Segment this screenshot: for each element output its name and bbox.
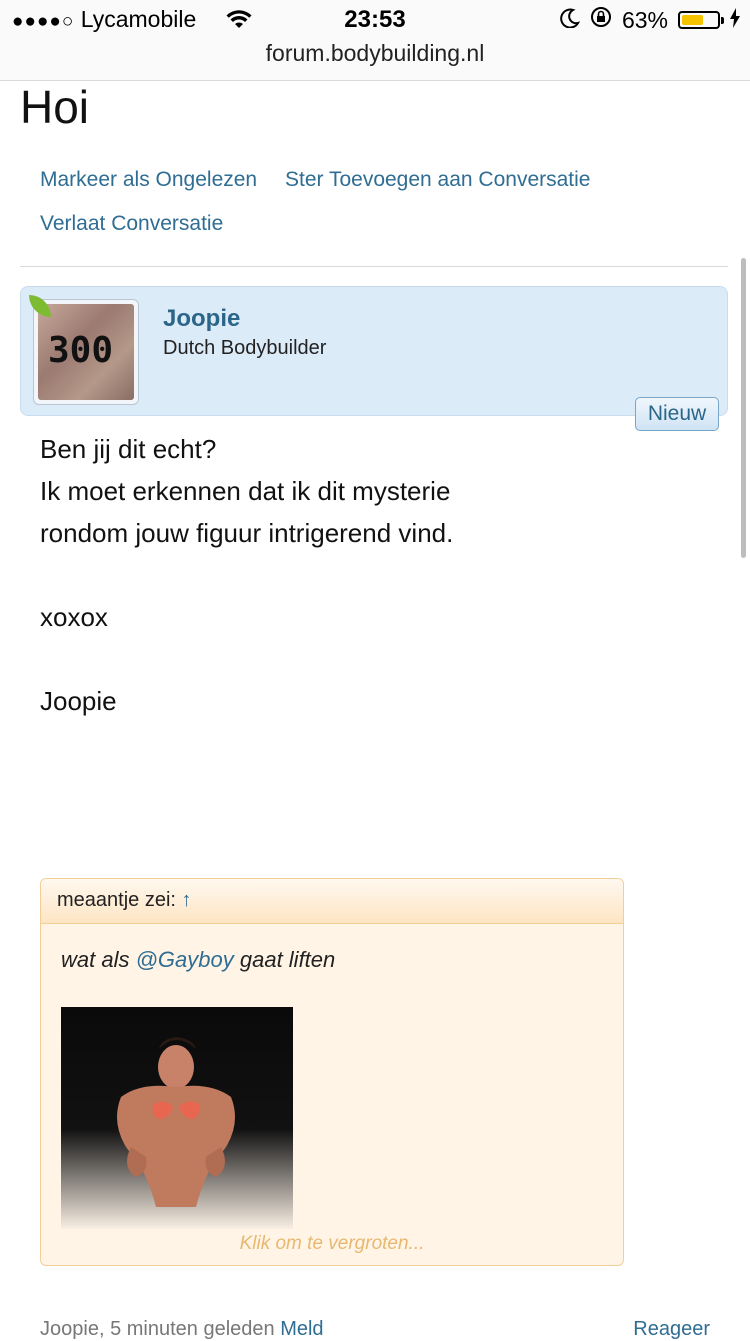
mark-unread-link[interactable]: Markeer als Ongelezen	[40, 168, 257, 192]
divider	[20, 266, 728, 267]
battery-fill	[682, 15, 704, 25]
quote-header: meaantje zei: ↑	[41, 879, 623, 924]
quote-text-part: wat als	[61, 947, 136, 972]
message-line: Ik moet erkennen dat ik dit mysterie	[40, 476, 451, 506]
user-mention-link[interactable]: @Gayboy	[136, 947, 234, 972]
bodybuilder-figure-image	[117, 1037, 235, 1207]
avatar-number: 300	[48, 330, 114, 371]
message-header: 300 Joopie Dutch Bodybuilder Nieuw	[20, 286, 728, 431]
message-line: Ben jij dit echt?	[40, 434, 217, 464]
message-line: xoxox	[40, 602, 108, 632]
quote-text-part: gaat liften	[233, 947, 336, 972]
quote-text: wat als @Gayboy gaat liften	[61, 947, 335, 973]
footer-separator: ,	[98, 1318, 105, 1340]
page-title: Hoi	[20, 81, 90, 133]
author-title: Dutch Bodybuilder	[163, 337, 327, 359]
footer-author-link[interactable]: Joopie	[40, 1318, 99, 1340]
battery-percent: 63%	[621, 6, 668, 33]
quoted-image[interactable]	[61, 1007, 293, 1229]
scrollbar[interactable]	[741, 258, 746, 558]
battery-icon	[678, 11, 724, 29]
quote-author: meaantje zei:	[57, 889, 176, 911]
moon-icon	[560, 7, 581, 34]
enlarge-image-link[interactable]: Klik om te vergroten...	[41, 1233, 623, 1255]
reply-link[interactable]: Reageer	[633, 1318, 710, 1341]
quote-block: meaantje zei: ↑ wat als @Gayboy gaat lif…	[40, 878, 624, 1266]
message-line: rondom jouw figuur intrigerend vind.	[40, 518, 454, 548]
avatar-image: 300	[38, 304, 134, 400]
charging-icon	[730, 7, 740, 34]
jump-to-quote-icon[interactable]: ↑	[182, 889, 192, 911]
footer-timestamp: 5 minuten geleden	[110, 1318, 275, 1340]
rotation-lock-icon	[590, 6, 612, 34]
message-signature: Joopie	[40, 686, 117, 716]
new-badge: Nieuw	[635, 397, 719, 431]
add-star-link[interactable]: Ster Toevoegen aan Conversatie	[285, 168, 590, 192]
address-bar-url[interactable]: forum.bodybuilding.nl	[0, 40, 750, 67]
leave-conversation-link[interactable]: Verlaat Conversatie	[40, 212, 223, 236]
author-name[interactable]: Joopie	[163, 305, 240, 333]
report-link[interactable]: Meld	[280, 1318, 323, 1340]
status-bar: ●●●●○ Lycamobile 23:53 63% forum.bodybui…	[0, 0, 750, 81]
